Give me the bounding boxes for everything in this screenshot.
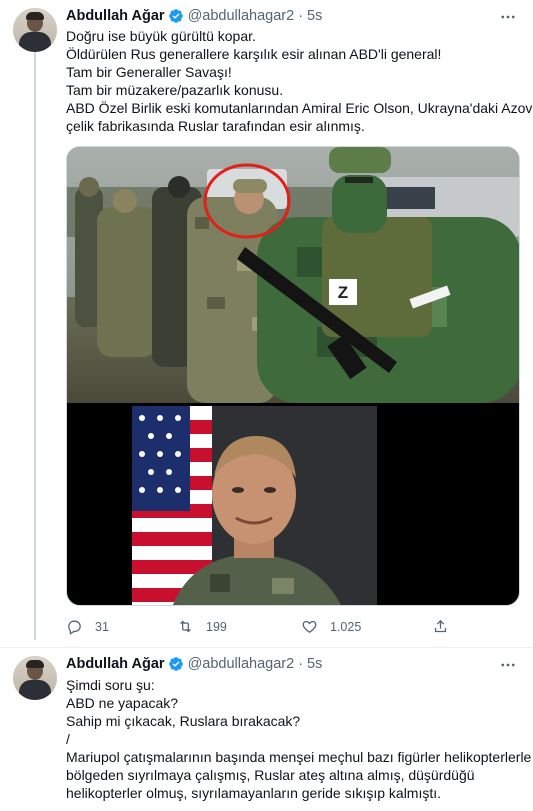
share-icon	[434, 619, 447, 633]
soldiers-photo-illustration: Z	[67, 147, 519, 403]
tweet-1[interactable]: Abdullah Ağar @abdullahagar2 · 5s Doğru …	[0, 0, 533, 647]
verified-badge-icon	[168, 9, 183, 23]
tweet-text-line: Şimdi soru şu:	[66, 677, 155, 693]
share-button[interactable]	[432, 618, 461, 635]
author-handle[interactable]: @abdullahagar2	[188, 656, 295, 672]
reply-button[interactable]: 31	[66, 618, 109, 635]
tweet-text-line: /	[66, 731, 70, 747]
tweet-text-line: Öldürülen Rus generallere karşılık esir …	[66, 46, 442, 62]
tweet-text-line: ABD ne yapacak?	[66, 695, 179, 711]
separator-dot: ·	[298, 656, 304, 672]
tweet-text-line: Sahip mi çıkacak, Ruslara bırakacak?	[66, 713, 301, 729]
tweet-text: Şimdi soru şu: ABD ne yapacak? Sahip mi …	[66, 676, 532, 802]
verified-badge-icon	[168, 657, 183, 671]
like-count: 1.025	[330, 619, 362, 634]
separator-dot: ·	[298, 8, 304, 24]
timestamp[interactable]: 5s	[307, 8, 322, 24]
retweet-count: 199	[206, 619, 227, 634]
more-icon	[501, 15, 515, 19]
tweet-text-line: Doğru ise büyük gürültü kopar.	[66, 28, 256, 44]
like-icon	[302, 620, 317, 633]
avatar[interactable]	[13, 656, 57, 700]
tweet-text: Doğru ise büyük gürültü kopar. Öldürülen…	[66, 27, 533, 135]
reply-icon	[68, 620, 81, 635]
retweet-button[interactable]: 199	[177, 618, 227, 635]
tweet-header: Abdullah Ağar @abdullahagar2 · 5s	[66, 656, 322, 672]
author-handle[interactable]: @abdullahagar2	[188, 8, 295, 24]
tweet-media[interactable]: Z	[66, 146, 520, 606]
reply-count: 31	[95, 619, 109, 634]
tweet-text-line: Tam bir müzakere/pazarlık konusu.	[66, 82, 284, 98]
timestamp[interactable]: 5s	[307, 656, 322, 672]
more-button[interactable]	[497, 656, 519, 674]
thread-connector-line	[34, 52, 36, 640]
vest-patch-letter: Z	[338, 283, 348, 302]
tweet-header: Abdullah Ağar @abdullahagar2 · 5s	[66, 8, 322, 24]
soldiers-photo[interactable]: Z	[67, 147, 519, 403]
like-button[interactable]: 1.025	[301, 618, 361, 635]
tweet-2[interactable]: Abdullah Ağar @abdullahagar2 · 5s Şimdi …	[0, 648, 533, 811]
retweet-icon	[180, 620, 191, 633]
author-name[interactable]: Abdullah Ağar	[66, 8, 165, 24]
more-button[interactable]	[497, 8, 519, 26]
tweet-text-line: Tam bir Generaller Savaşı!	[66, 64, 232, 80]
tweet-text-line: helikopterler olmuş, sıyrılamayanların g…	[66, 785, 442, 801]
tweet-text-line: ABD Özel Birlik eski komutanlarından Ami…	[66, 100, 533, 116]
portrait-photo-illustration	[132, 406, 377, 605]
tweet-actions: 31 199 1.025	[66, 618, 486, 638]
tweet-text-line: bölgeden sıyrılmaya çalışmış, Ruslar ate…	[66, 767, 475, 783]
avatar[interactable]	[13, 8, 57, 52]
more-icon	[501, 663, 515, 667]
tweet-text-line: çelik fabrikasında Ruslar tarafından esi…	[66, 118, 365, 134]
author-name[interactable]: Abdullah Ağar	[66, 656, 165, 672]
tweet-text-line: Mariupol çatışmalarının başında menşei m…	[66, 749, 532, 765]
portrait-photo[interactable]	[132, 406, 377, 605]
